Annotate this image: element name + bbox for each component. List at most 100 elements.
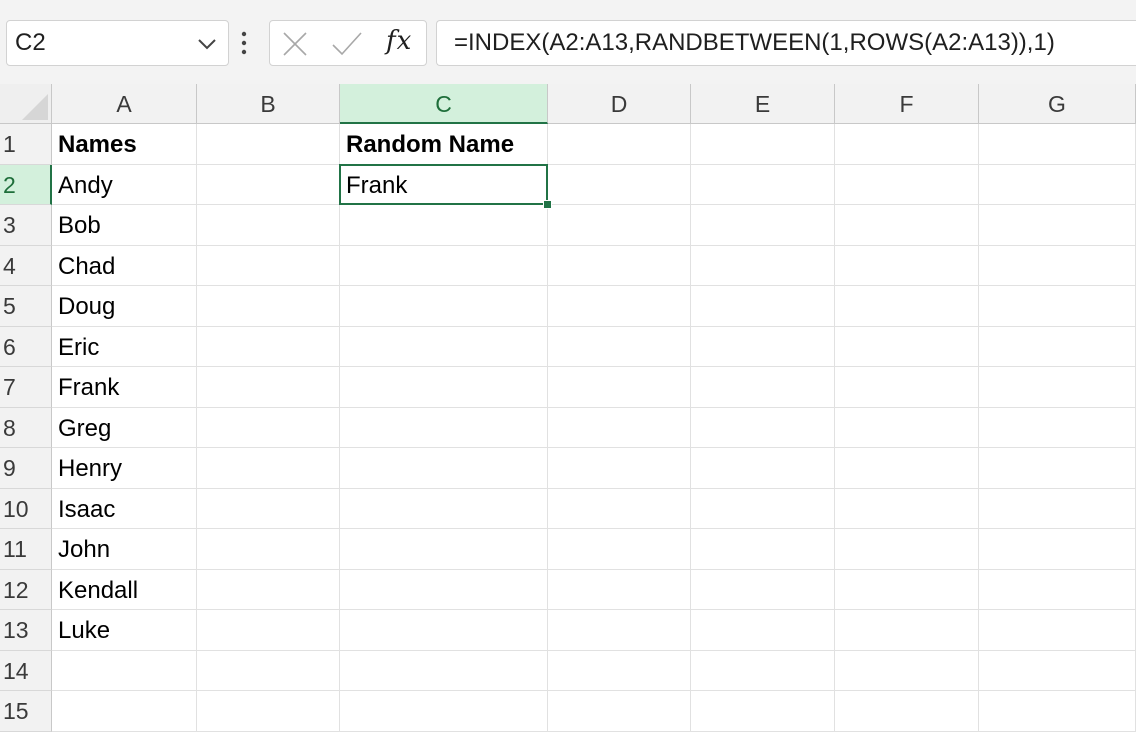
chevron-down-icon[interactable] [196,35,218,53]
cell-e9[interactable] [691,448,835,489]
row-header-7[interactable]: 7 [0,367,52,408]
cell-e5[interactable] [691,286,835,327]
cell-f6[interactable] [835,326,979,367]
cell-b2[interactable] [197,164,340,205]
cell-d14[interactable] [548,650,691,691]
cell-d4[interactable] [548,245,691,286]
cell-d5[interactable] [548,286,691,327]
cell-g8[interactable] [979,407,1136,448]
cell-g4[interactable] [979,245,1136,286]
cell-c3[interactable] [340,205,548,246]
cell-b9[interactable] [197,448,340,489]
cell-f1[interactable] [835,124,979,165]
cell-d9[interactable] [548,448,691,489]
column-header-g[interactable]: G [979,84,1136,124]
cell-f15[interactable] [835,691,979,732]
cell-c12[interactable] [340,569,548,610]
row-header-6[interactable]: 6 [0,326,52,367]
row-header-14[interactable]: 14 [0,650,52,691]
cell-a3[interactable]: Bob [52,205,197,246]
cell-d6[interactable] [548,326,691,367]
cell-a15[interactable] [52,691,197,732]
cell-b15[interactable] [197,691,340,732]
cell-g12[interactable] [979,569,1136,610]
cell-a1[interactable]: Names [52,124,197,165]
cell-b4[interactable] [197,245,340,286]
cell-g14[interactable] [979,650,1136,691]
cell-c1[interactable]: Random Name [340,124,548,165]
cell-a2[interactable]: Andy [52,164,197,205]
column-header-a[interactable]: A [52,84,197,124]
cell-d13[interactable] [548,610,691,651]
cell-e4[interactable] [691,245,835,286]
cell-a7[interactable]: Frank [52,367,197,408]
cell-g15[interactable] [979,691,1136,732]
cell-b8[interactable] [197,407,340,448]
cell-b6[interactable] [197,326,340,367]
cell-e7[interactable] [691,367,835,408]
cell-f12[interactable] [835,569,979,610]
cell-c10[interactable] [340,488,548,529]
row-header-4[interactable]: 4 [0,245,52,286]
cell-a6[interactable]: Eric [52,326,197,367]
row-header-2[interactable]: 2 [0,164,52,205]
cell-d10[interactable] [548,488,691,529]
column-header-e[interactable]: E [691,84,835,124]
fill-handle[interactable] [543,200,552,209]
cell-b5[interactable] [197,286,340,327]
insert-function-icon[interactable]: fx [386,26,412,56]
cell-c11[interactable] [340,529,548,570]
more-options-icon[interactable] [241,28,247,58]
column-header-f[interactable]: F [835,84,979,124]
cell-c4[interactable] [340,245,548,286]
cell-b3[interactable] [197,205,340,246]
cell-f14[interactable] [835,650,979,691]
cell-a12[interactable]: Kendall [52,569,197,610]
cell-c6[interactable] [340,326,548,367]
cell-d15[interactable] [548,691,691,732]
cell-f13[interactable] [835,610,979,651]
cell-e2[interactable] [691,164,835,205]
formula-input[interactable]: =INDEX(A2:A13,RANDBETWEEN(1,ROWS(A2:A13)… [436,20,1136,66]
select-all-corner[interactable] [0,84,52,124]
row-header-10[interactable]: 10 [0,488,52,529]
cell-b7[interactable] [197,367,340,408]
cell-c15[interactable] [340,691,548,732]
cell-g13[interactable] [979,610,1136,651]
cell-g1[interactable] [979,124,1136,165]
cell-a9[interactable]: Henry [52,448,197,489]
cell-d3[interactable] [548,205,691,246]
row-header-1[interactable]: 1 [0,124,52,165]
cell-d1[interactable] [548,124,691,165]
cell-e1[interactable] [691,124,835,165]
cell-a5[interactable]: Doug [52,286,197,327]
cell-b11[interactable] [197,529,340,570]
cell-a10[interactable]: Isaac [52,488,197,529]
cell-c7[interactable] [340,367,548,408]
cell-d7[interactable] [548,367,691,408]
cell-a4[interactable]: Chad [52,245,197,286]
cell-b10[interactable] [197,488,340,529]
row-header-12[interactable]: 12 [0,569,52,610]
cell-e11[interactable] [691,529,835,570]
column-header-b[interactable]: B [197,84,340,124]
cell-e8[interactable] [691,407,835,448]
cell-g7[interactable] [979,367,1136,408]
cell-f3[interactable] [835,205,979,246]
cell-e12[interactable] [691,569,835,610]
cell-c14[interactable] [340,650,548,691]
cell-e15[interactable] [691,691,835,732]
name-box[interactable]: C2 [6,20,229,66]
cell-f10[interactable] [835,488,979,529]
cell-g6[interactable] [979,326,1136,367]
cell-d2[interactable] [548,164,691,205]
cell-g3[interactable] [979,205,1136,246]
enter-icon[interactable] [330,29,364,59]
row-header-13[interactable]: 13 [0,610,52,651]
row-header-5[interactable]: 5 [0,286,52,327]
cell-e14[interactable] [691,650,835,691]
cell-c9[interactable] [340,448,548,489]
cell-b12[interactable] [197,569,340,610]
cell-g5[interactable] [979,286,1136,327]
cell-f4[interactable] [835,245,979,286]
